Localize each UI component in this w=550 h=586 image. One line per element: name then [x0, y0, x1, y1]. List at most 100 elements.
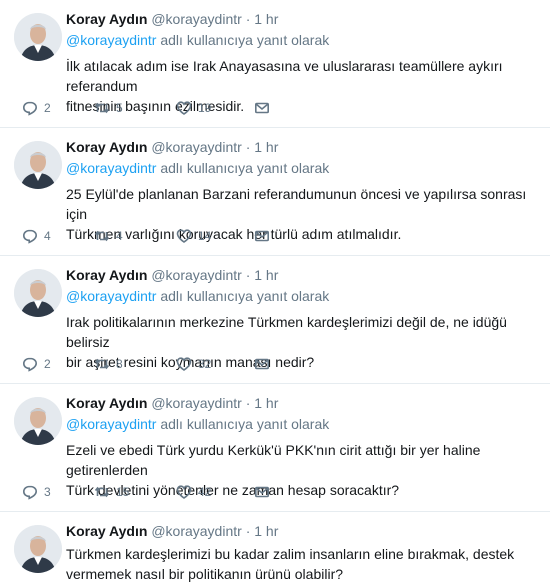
timestamp[interactable]: 1 hr [254, 395, 278, 411]
like-button[interactable]: 19 [176, 99, 211, 117]
reply-count: 2 [44, 357, 51, 371]
reply-button[interactable]: 2 [22, 99, 51, 117]
retweet-button[interactable]: 15 [94, 483, 129, 501]
envelope-icon [254, 358, 269, 370]
avatar-portrait-icon [14, 141, 62, 189]
author-name[interactable]: Koray Aydın [66, 11, 147, 27]
like-count: 42 [198, 485, 212, 499]
author-name[interactable]: Koray Aydın [66, 139, 147, 155]
like-button[interactable]: 32 [176, 355, 211, 373]
reply-icon [22, 229, 38, 244]
tweet-header: Koray Aydın @korayaydintr · 1 hr [66, 522, 542, 540]
tweet-text: İlk atılacak adım ise Irak Anayasasına v… [66, 58, 503, 114]
avatar[interactable] [14, 13, 62, 61]
avatar-portrait-icon [14, 269, 62, 317]
avatar[interactable] [14, 397, 62, 445]
message-button[interactable] [254, 483, 270, 501]
retweet-button[interactable]: 5 [94, 99, 123, 117]
retweet-icon [94, 230, 110, 242]
timestamp[interactable]: 1 hr [254, 523, 278, 539]
envelope-icon [254, 230, 269, 242]
retweet-icon [94, 102, 110, 114]
reply-button[interactable]: 3 [22, 483, 51, 501]
tweet-text: Türkmen kardeşlerimizi bu kadar zalim in… [66, 546, 515, 582]
retweet-count: 8 [116, 357, 123, 371]
reply-mention[interactable]: @korayaydintr [66, 160, 156, 176]
retweet-button[interactable]: 4 [94, 227, 123, 245]
timestamp[interactable]: 1 hr [254, 267, 278, 283]
like-count: 32 [198, 357, 212, 371]
reply-context: @korayaydintr adlı kullanıcıya yanıt ola… [66, 287, 542, 305]
envelope-icon [254, 102, 269, 114]
reply-mention[interactable]: @korayaydintr [66, 288, 156, 304]
avatar-portrait-icon [14, 525, 62, 573]
separator: · [245, 11, 251, 27]
tweet[interactable]: Koray Aydın @korayaydintr · 1 hr @koraya… [0, 128, 550, 256]
reply-icon [22, 101, 38, 116]
author-handle[interactable]: @korayaydintr [151, 139, 241, 155]
reply-button[interactable]: 2 [22, 355, 51, 373]
reply-context: @korayaydintr adlı kullanıcıya yanıt ola… [66, 31, 542, 49]
avatar-portrait-icon [14, 13, 62, 61]
avatar[interactable] [14, 269, 62, 317]
retweet-icon [94, 486, 110, 498]
author-handle[interactable]: @korayaydintr [151, 267, 241, 283]
tweet-header: Koray Aydın @korayaydintr · 1 hr [66, 10, 542, 28]
reply-mention[interactable]: @korayaydintr [66, 32, 156, 48]
retweet-count: 15 [116, 485, 130, 499]
separator: · [245, 523, 251, 539]
separator: · [245, 139, 251, 155]
tweet-header: Koray Aydın @korayaydintr · 1 hr [66, 394, 542, 412]
tweet-text: 25 Eylül'de planlanan Barzani referandum… [66, 186, 527, 242]
retweet-button[interactable]: 8 [94, 355, 123, 373]
reply-icon [22, 357, 38, 372]
reply-context-text: adlı kullanıcıya yanıt olarak [156, 32, 330, 48]
reply-mention[interactable]: @korayaydintr [66, 416, 156, 432]
like-count: 19 [198, 101, 212, 115]
tweet-timeline: Koray Aydın @korayaydintr · 1 hr @koraya… [0, 0, 550, 586]
reply-context-text: adlı kullanıcıya yanıt olarak [156, 288, 330, 304]
tweet[interactable]: Koray Aydın @korayaydintr · 1 hr Türkmen… [0, 512, 550, 586]
tweet[interactable]: Koray Aydın @korayaydintr · 1 hr @koraya… [0, 0, 550, 128]
author-handle[interactable]: @korayaydintr [151, 395, 241, 411]
timestamp[interactable]: 1 hr [254, 139, 278, 155]
tweet-header: Koray Aydın @korayaydintr · 1 hr [66, 138, 542, 156]
message-button[interactable] [254, 227, 270, 245]
author-handle[interactable]: @korayaydintr [151, 11, 241, 27]
tweet[interactable]: Koray Aydın @korayaydintr · 1 hr @koraya… [0, 384, 550, 512]
heart-icon [176, 357, 192, 371]
envelope-icon [254, 486, 269, 498]
heart-icon [176, 101, 192, 115]
heart-icon [176, 485, 192, 499]
tweet[interactable]: Koray Aydın @korayaydintr · 1 hr @koraya… [0, 256, 550, 384]
like-count: 14 [198, 229, 212, 243]
timestamp[interactable]: 1 hr [254, 11, 278, 27]
reply-context-text: adlı kullanıcıya yanıt olarak [156, 416, 330, 432]
author-name[interactable]: Koray Aydın [66, 267, 147, 283]
retweet-count: 5 [116, 101, 123, 115]
message-button[interactable] [254, 355, 270, 373]
author-name[interactable]: Koray Aydın [66, 523, 147, 539]
avatar[interactable] [14, 525, 62, 573]
tweet-text: Ezeli ve ebedi Türk yurdu Kerkük'ü PKK'n… [66, 442, 481, 498]
author-name[interactable]: Koray Aydın [66, 395, 147, 411]
retweet-count: 4 [116, 229, 123, 243]
heart-icon [176, 229, 192, 243]
like-button[interactable]: 42 [176, 483, 211, 501]
tweet-header: Koray Aydın @korayaydintr · 1 hr [66, 266, 542, 284]
retweet-icon [94, 358, 110, 370]
reply-context: @korayaydintr adlı kullanıcıya yanıt ola… [66, 415, 542, 433]
reply-icon [22, 485, 38, 500]
separator: · [245, 395, 251, 411]
message-button[interactable] [254, 99, 270, 117]
reply-count: 3 [44, 485, 51, 499]
reply-button[interactable]: 4 [22, 227, 51, 245]
reply-count: 2 [44, 101, 51, 115]
author-handle[interactable]: @korayaydintr [151, 523, 241, 539]
like-button[interactable]: 14 [176, 227, 211, 245]
tweet-text: Irak politikalarının merkezine Türkmen k… [66, 314, 507, 370]
reply-context-text: adlı kullanıcıya yanıt olarak [156, 160, 330, 176]
avatar[interactable] [14, 141, 62, 189]
avatar-portrait-icon [14, 397, 62, 445]
reply-count: 4 [44, 229, 51, 243]
